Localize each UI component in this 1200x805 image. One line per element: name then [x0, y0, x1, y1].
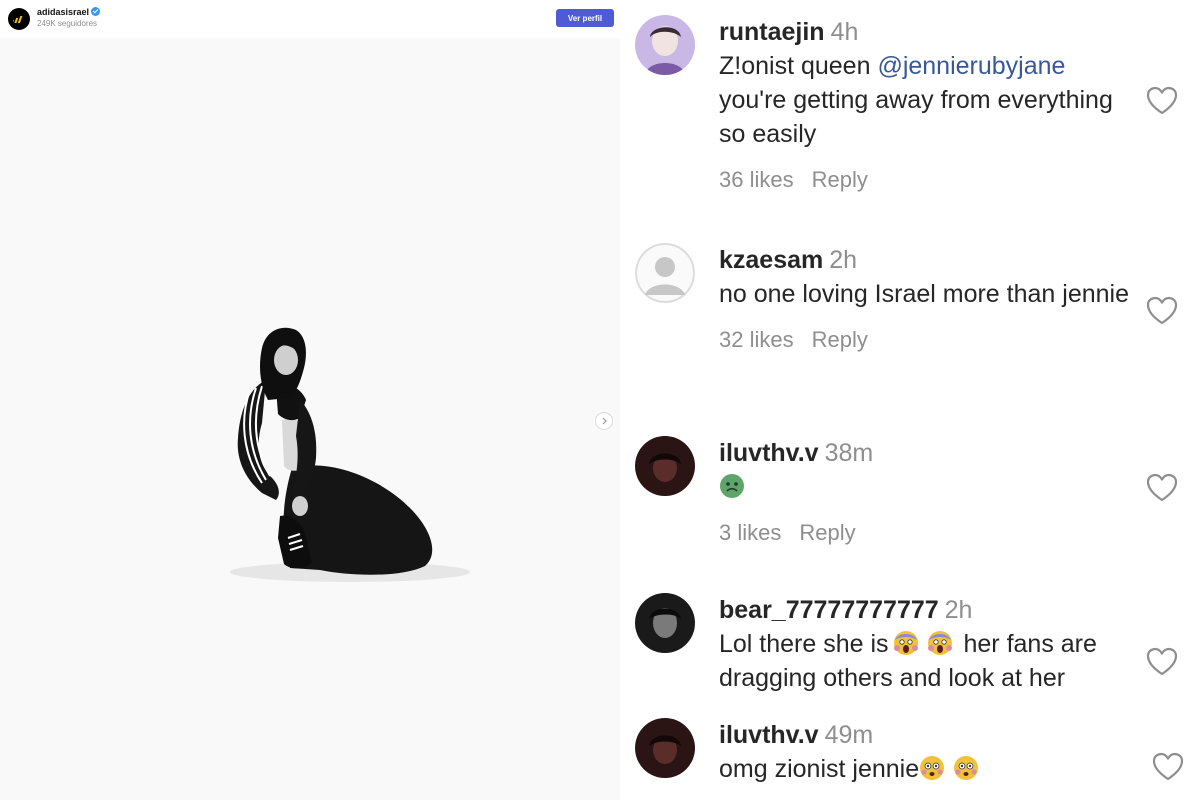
comment-text-part: omg zionist jennie: [719, 755, 920, 783]
embed-user-info: adidasisrael 249K seguidores: [37, 7, 101, 29]
post-photo[interactable]: [0, 38, 620, 800]
commenter-avatar[interactable]: [635, 718, 695, 778]
commenter-avatar[interactable]: [635, 593, 695, 653]
embedded-post: adidasisrael 249K seguidores Ver perfil: [0, 0, 620, 800]
user-photo-icon: [635, 718, 695, 778]
embed-username[interactable]: adidasisrael: [37, 7, 89, 17]
comment-username[interactable]: kzaesam: [719, 246, 823, 274]
comment-body: bear_77777777777 2h Lol there she is her…: [719, 593, 1139, 695]
user-photo-icon: [635, 593, 695, 653]
comment-text: [719, 470, 1139, 504]
comment-text-part: Lol there she is: [719, 630, 889, 658]
comment-body: kzaesam 2h no one loving Israel more than…: [719, 243, 1139, 357]
comment-body: iluvthv.v 49m omg zionist jennie: [719, 718, 1139, 786]
comment-meta: 36 likes Reply: [719, 163, 1139, 197]
carousel-next-button[interactable]: [595, 412, 613, 430]
like-heart-icon[interactable]: [1146, 647, 1178, 677]
nauseated-face-icon: [720, 474, 744, 498]
comment-time: 2h: [829, 246, 858, 274]
comment-text: Lol there she is her fans are dragging o…: [719, 627, 1139, 695]
comment-body: runtaejin 4h Z!onist queen @jennierubyjan…: [719, 15, 1139, 197]
commenter-avatar[interactable]: [635, 436, 695, 496]
comment-username[interactable]: bear_77777777777: [719, 596, 939, 624]
like-heart-icon[interactable]: [1146, 86, 1178, 116]
like-count[interactable]: 36 likes: [719, 167, 794, 192]
comment-time: 38m: [824, 439, 874, 467]
comment-meta: 32 likes Reply: [719, 323, 1139, 357]
flushed-face-icon: [954, 756, 979, 780]
user-photo-icon: [635, 436, 695, 496]
comment-time: 49m: [824, 721, 874, 749]
comment-username[interactable]: iluvthv.v: [719, 439, 819, 467]
commenter-avatar[interactable]: [635, 243, 695, 303]
comment-username[interactable]: runtaejin: [719, 18, 825, 46]
comments-panel: runtaejin 4h Z!onist queen @jennierubyjan…: [620, 0, 1200, 800]
comment-text-part: you're getting away from everything so e…: [719, 86, 1113, 148]
verified-badge-icon: [91, 7, 101, 16]
comment-body: iluvthv.v 38m 3 likes Reply: [719, 436, 1139, 550]
like-heart-icon[interactable]: [1146, 296, 1178, 326]
comment-text: omg zionist jennie: [719, 752, 1139, 786]
follower-count: 249K seguidores: [37, 19, 98, 28]
reply-button[interactable]: Reply: [799, 520, 855, 545]
comment-text-part: Z!onist queen: [719, 52, 878, 80]
like-count[interactable]: 3 likes: [719, 520, 781, 545]
comment-time: 2h: [944, 596, 973, 624]
screaming-face-icon: [893, 631, 918, 655]
reply-button[interactable]: Reply: [812, 327, 868, 352]
comment-time: 4h: [830, 18, 859, 46]
brand-avatar[interactable]: [8, 8, 30, 30]
like-heart-icon[interactable]: [1152, 752, 1184, 782]
commenter-avatar[interactable]: [635, 15, 695, 75]
default-user-icon: [635, 243, 695, 303]
comment-text: Z!onist queen @jennierubyjane you're get…: [719, 49, 1139, 151]
comment-username[interactable]: iluvthv.v: [719, 721, 819, 749]
chevron-right-icon: [602, 417, 607, 425]
view-profile-button[interactable]: Ver perfil: [556, 9, 614, 27]
comment-meta: 3 likes Reply: [719, 516, 1139, 550]
adidas-logo-icon: [13, 16, 23, 23]
mention-link[interactable]: @jennierubyjane: [877, 52, 1065, 80]
user-photo-icon: [635, 15, 695, 75]
model-photo-illustration: [230, 327, 470, 582]
screaming-face-icon: [927, 631, 952, 655]
comment-text: no one loving Israel more than jennie: [719, 280, 1129, 308]
embed-header: adidasisrael 249K seguidores Ver perfil: [0, 0, 620, 38]
reply-button[interactable]: Reply: [812, 167, 868, 192]
flushed-face-icon: [920, 756, 945, 780]
like-count[interactable]: 32 likes: [719, 327, 794, 352]
like-heart-icon[interactable]: [1146, 473, 1178, 503]
